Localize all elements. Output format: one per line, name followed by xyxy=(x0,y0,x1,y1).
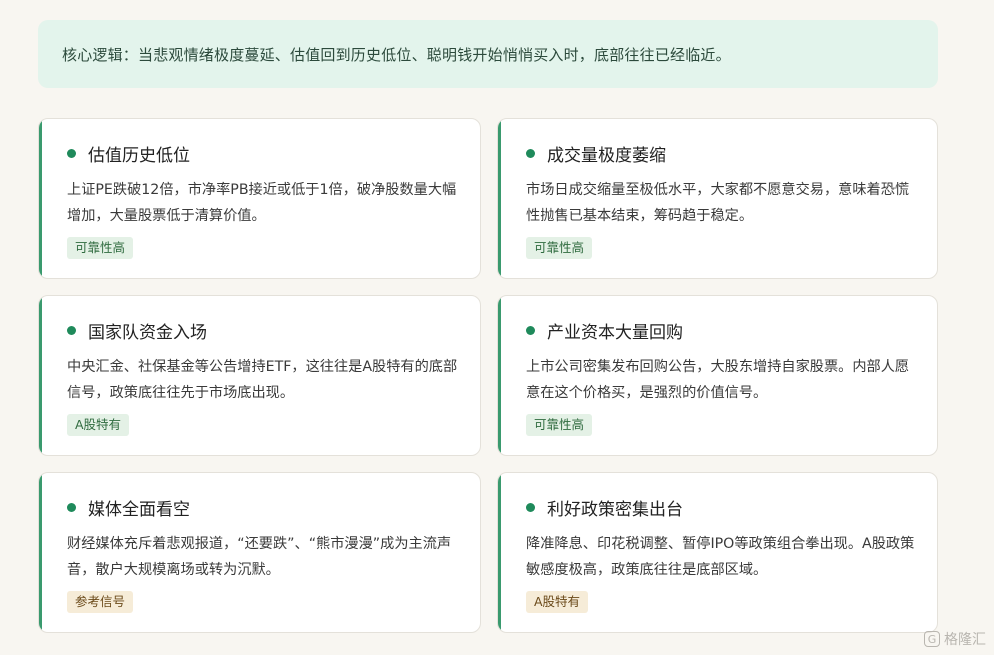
bullet-dot-icon xyxy=(526,148,535,158)
card-title: 利好政策密集出台 xyxy=(547,499,683,520)
card-description: 财经媒体充斥着悲观报道，“还要跌”、“熊市漫漫”成为主流声音，散户大规模离场或转… xyxy=(67,536,452,578)
watermark: G 格隆汇 xyxy=(924,629,986,649)
card-title-row: 估值历史低位 xyxy=(67,141,460,166)
reliability-tag: 可靠性高 xyxy=(67,237,134,259)
bullet-dot-icon xyxy=(526,502,535,512)
card-title: 媒体全面看空 xyxy=(88,499,190,520)
signal-card-policy: 利好政策密集出台 降准降息、印花税调整、暂停IPO等政策组合拳出现。A股政策敏感… xyxy=(497,472,938,633)
card-description: 中央汇金、社保基金等公告增持ETF，这往往是A股特有的底部信号，政策底往往先于市… xyxy=(67,359,458,401)
reliability-tag: 可靠性高 xyxy=(526,414,593,436)
card-title: 估值历史低位 xyxy=(88,145,190,166)
core-logic-text: 核心逻辑：当悲观情绪极度蔓延、估值回到历史低位、聪明钱开始悄悄买入时，底部往往已… xyxy=(62,45,731,64)
card-title-row: 产业资本大量回购 xyxy=(526,318,917,343)
reliability-tag: A股特有 xyxy=(526,591,589,613)
reliability-tag: 参考信号 xyxy=(67,591,134,613)
card-title: 产业资本大量回购 xyxy=(547,322,683,343)
card-description: 上市公司密集发布回购公告，大股东增持自家股票。内部人愿意在这个价格买，是强烈的价… xyxy=(526,359,910,401)
reliability-tag: A股特有 xyxy=(67,414,130,436)
signal-card-buyback: 产业资本大量回购 上市公司密集发布回购公告，大股东增持自家股票。内部人愿意在这个… xyxy=(497,295,938,456)
card-title-row: 利好政策密集出台 xyxy=(526,495,917,520)
card-description: 市场日成交缩量至极低水平，大家都不愿意交易，意味着恐慌性抛售已基本结束，筹码趋于… xyxy=(526,182,910,224)
signal-card-volume: 成交量极度萎缩 市场日成交缩量至极低水平，大家都不愿意交易，意味着恐慌性抛售已基… xyxy=(497,118,938,279)
signal-card-national-team: 国家队资金入场 中央汇金、社保基金等公告增持ETF，这往往是A股特有的底部信号，… xyxy=(38,295,481,456)
card-title: 国家队资金入场 xyxy=(88,322,207,343)
bullet-dot-icon xyxy=(67,148,76,158)
card-description: 降准降息、印花税调整、暂停IPO等政策组合拳出现。A股政策敏感度极高，政策底往往… xyxy=(526,536,915,578)
g-logo-icon: G xyxy=(924,631,940,647)
reliability-tag: 可靠性高 xyxy=(526,237,593,259)
signal-cards-grid: 估值历史低位 上证PE跌破12倍，市净率PB接近或低于1倍，破净股数量大幅增加，… xyxy=(38,118,938,633)
core-logic-banner: 核心逻辑：当悲观情绪极度蔓延、估值回到历史低位、聪明钱开始悄悄买入时，底部往往已… xyxy=(38,20,938,88)
signal-card-media: 媒体全面看空 财经媒体充斥着悲观报道，“还要跌”、“熊市漫漫”成为主流声音，散户… xyxy=(38,472,481,633)
watermark-text: 格隆汇 xyxy=(944,632,986,648)
card-title-row: 国家队资金入场 xyxy=(67,318,460,343)
card-description: 上证PE跌破12倍，市净率PB接近或低于1倍，破净股数量大幅增加，大量股票低于清… xyxy=(67,182,457,224)
bullet-dot-icon xyxy=(67,502,76,512)
card-title-row: 成交量极度萎缩 xyxy=(526,141,917,166)
signal-card-valuation: 估值历史低位 上证PE跌破12倍，市净率PB接近或低于1倍，破净股数量大幅增加，… xyxy=(38,118,481,279)
card-title-row: 媒体全面看空 xyxy=(67,495,460,520)
card-title: 成交量极度萎缩 xyxy=(547,145,666,166)
bullet-dot-icon xyxy=(526,325,535,335)
bullet-dot-icon xyxy=(67,325,76,335)
